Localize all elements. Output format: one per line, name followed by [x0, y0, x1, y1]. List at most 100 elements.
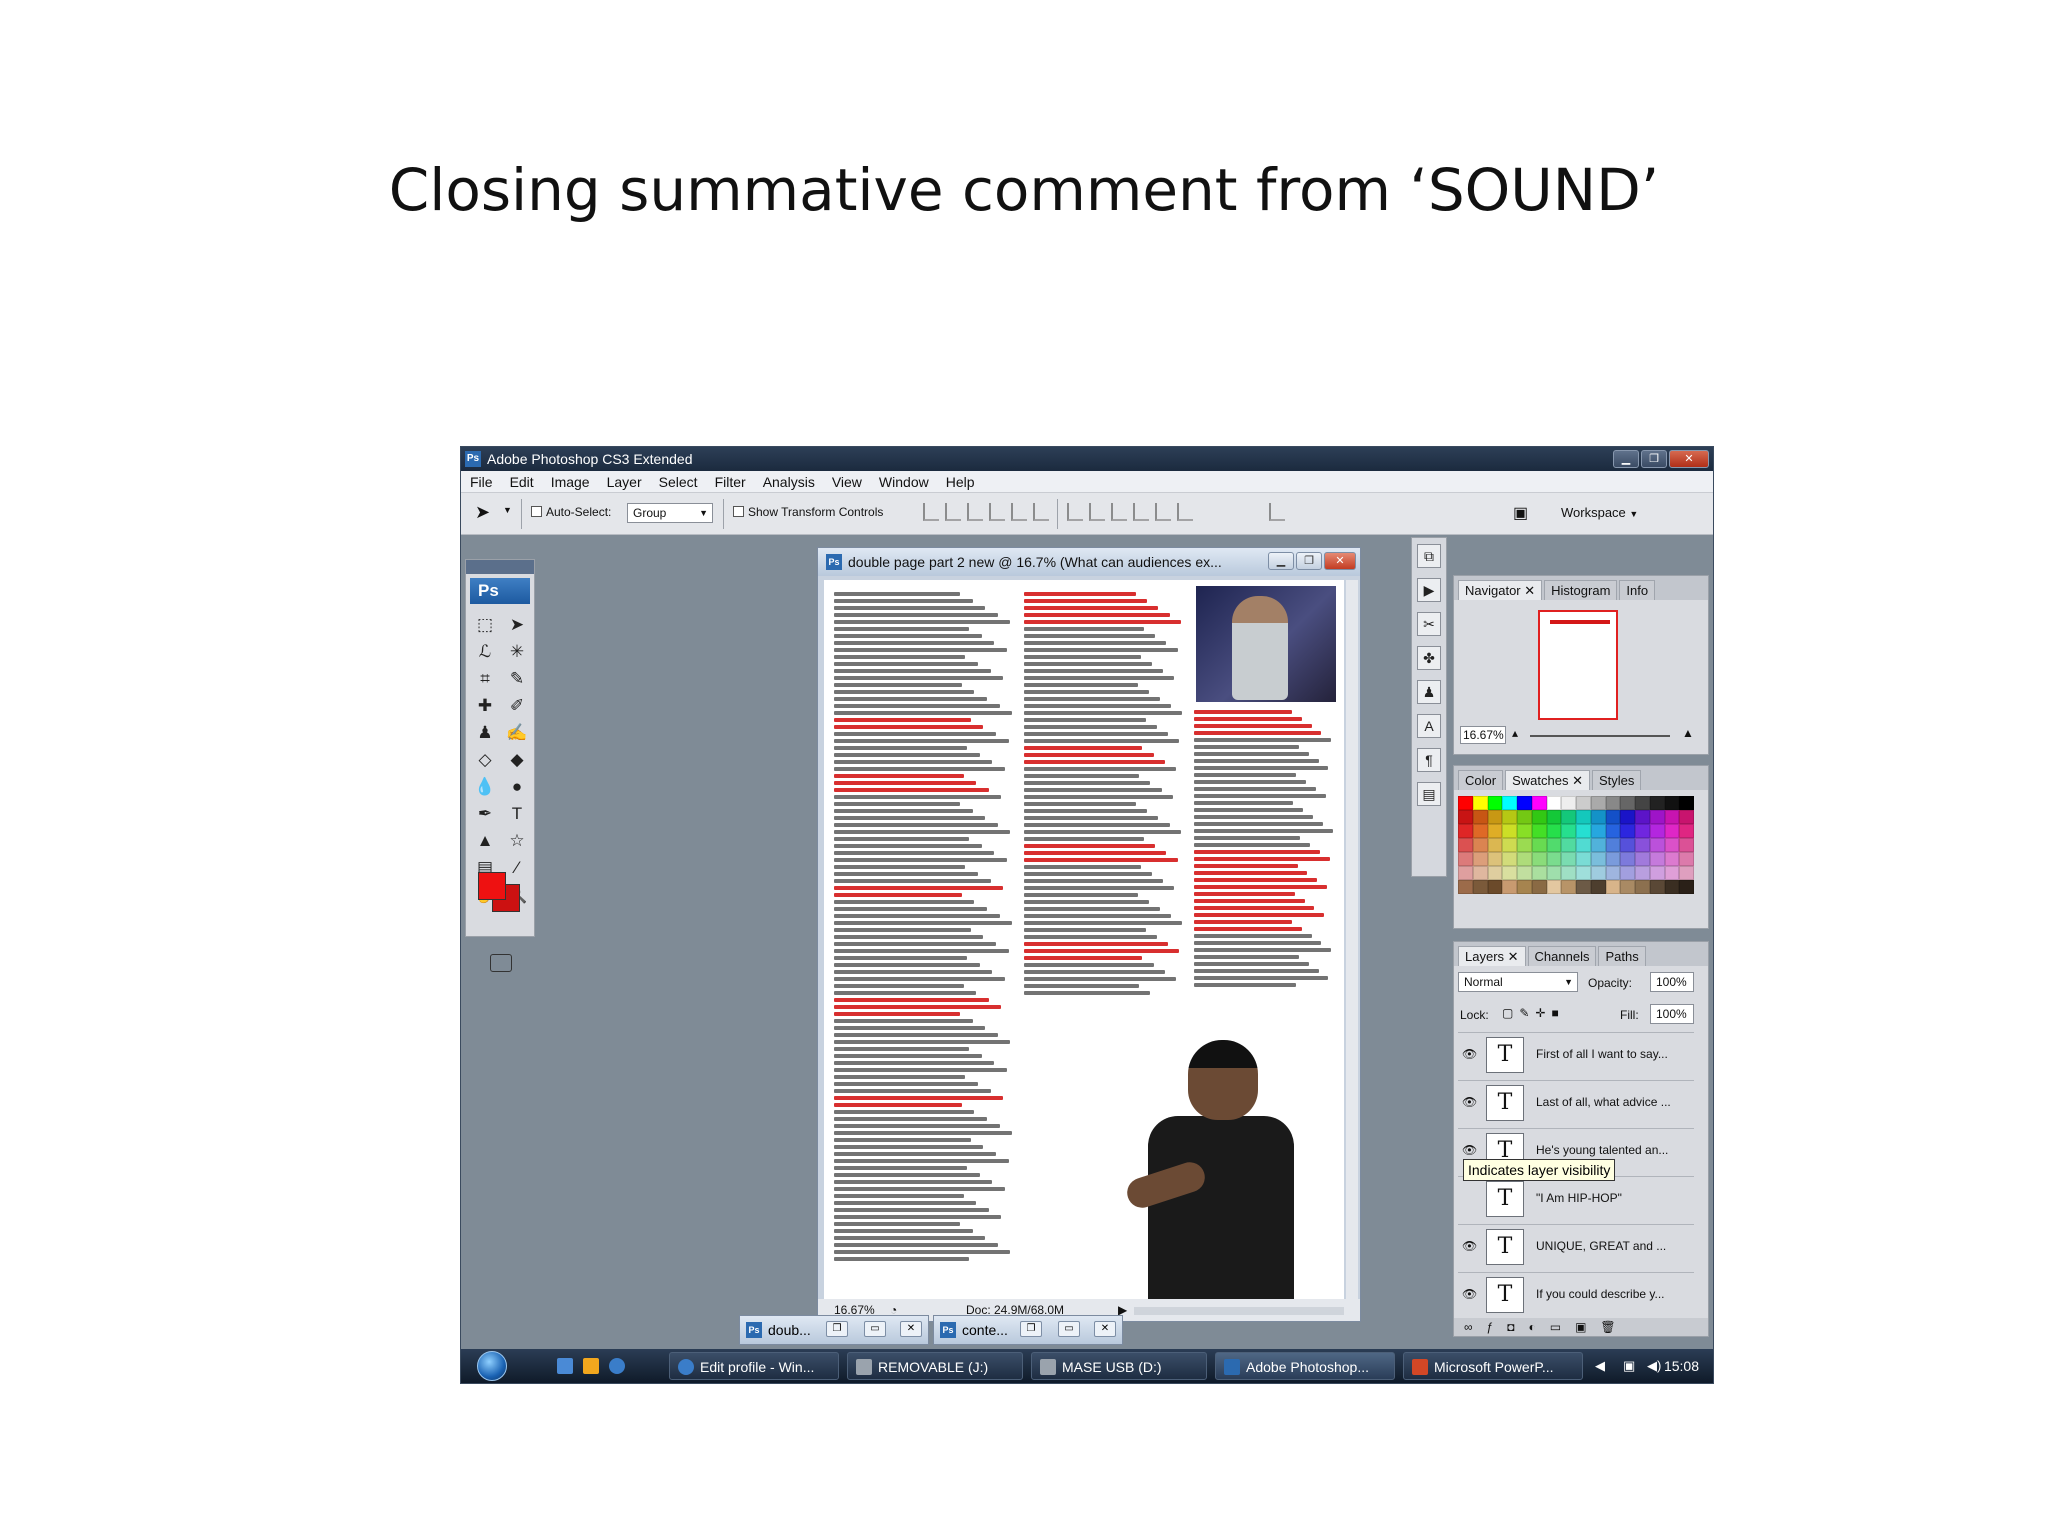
taskbar-item-photoshop[interactable]: Adobe Photoshop...	[1215, 1352, 1395, 1380]
color-swatch[interactable]	[1649, 796, 1665, 810]
restore-button[interactable]: ❐	[826, 1321, 848, 1337]
color-swatch[interactable]	[1561, 866, 1576, 880]
color-swatch[interactable]	[1605, 838, 1621, 852]
tab-histogram[interactable]: Histogram	[1544, 580, 1618, 600]
color-swatch[interactable]	[1620, 796, 1635, 810]
shape-tool-icon[interactable]: ☆	[504, 828, 530, 854]
layer-row[interactable]: 👁 T First of all I want to say...	[1458, 1032, 1694, 1078]
menu-analysis[interactable]: Analysis	[763, 471, 815, 492]
color-swatch[interactable]	[1590, 824, 1606, 838]
minimized-document[interactable]: Ps conte... ❐ ▭ ✕	[933, 1315, 1123, 1345]
menu-window[interactable]: Window	[879, 471, 929, 492]
color-swatch[interactable]	[1679, 838, 1694, 852]
layer-row[interactable]: T "I Am HIP-HOP"	[1458, 1176, 1694, 1222]
lock-icons[interactable]: ▢✎✛■	[1502, 1006, 1565, 1020]
color-swatch[interactable]	[1531, 838, 1547, 852]
color-swatch[interactable]	[1635, 810, 1650, 824]
color-swatch[interactable]	[1546, 796, 1562, 810]
taskbar-item-usb-drive[interactable]: MASE USB (D:)	[1031, 1352, 1207, 1380]
color-swatch[interactable]	[1472, 838, 1488, 852]
tools-panel-header[interactable]	[466, 560, 534, 574]
swatch-grid[interactable]	[1458, 796, 1694, 894]
color-swatch[interactable]	[1679, 796, 1694, 810]
clone-stamp-icon[interactable]: ♟	[472, 720, 498, 746]
color-swatch[interactable]	[1472, 824, 1488, 838]
color-swatch[interactable]	[1576, 880, 1591, 894]
history-panel-icon[interactable]: ⧉	[1417, 544, 1441, 568]
color-swatch[interactable]	[1458, 838, 1473, 852]
taskbar-item-browser[interactable]: Edit profile - Win...	[669, 1352, 839, 1380]
start-button[interactable]	[477, 1351, 507, 1381]
color-swatch[interactable]	[1517, 838, 1532, 852]
auto-select-checkbox[interactable]: Auto-Select:	[531, 505, 611, 519]
layer-row[interactable]: 👁 T UNIQUE, GREAT and ...	[1458, 1224, 1694, 1270]
restore-button[interactable]: ❐	[1020, 1321, 1042, 1337]
color-swatch[interactable]	[1590, 852, 1606, 866]
menu-file[interactable]: File	[470, 471, 493, 492]
close-button[interactable]: ✕	[900, 1321, 922, 1337]
color-swatch[interactable]	[1590, 796, 1606, 810]
color-swatch[interactable]	[1679, 810, 1694, 824]
tab-styles[interactable]: Styles	[1591, 770, 1642, 790]
menu-help[interactable]: Help	[946, 471, 975, 492]
layer-row[interactable]: 👁 T If you could describe y...	[1458, 1272, 1694, 1318]
path-selection-icon[interactable]: ▲	[472, 828, 498, 854]
brushes-panel-icon[interactable]: ✤	[1417, 646, 1441, 670]
minimize-button[interactable]: ▁	[1613, 450, 1639, 468]
color-swatch[interactable]	[1679, 866, 1694, 880]
maximize-button[interactable]: ▭	[1058, 1321, 1080, 1337]
tray-chevron-icon[interactable]: ◀	[1595, 1358, 1605, 1374]
color-swatch[interactable]	[1458, 810, 1473, 824]
color-swatch[interactable]	[1502, 810, 1517, 824]
maximize-button[interactable]: ❐	[1641, 450, 1667, 468]
color-swatch[interactable]	[1531, 824, 1547, 838]
doc-minimize-button[interactable]: ▁	[1268, 552, 1294, 570]
color-swatch[interactable]	[1517, 880, 1532, 894]
document-canvas[interactable]	[824, 580, 1344, 1300]
color-swatch[interactable]	[1576, 852, 1591, 866]
tool-preset-dropdown[interactable]: ▼	[503, 505, 512, 515]
layer-row[interactable]: 👁 T Last of all, what advice ...	[1458, 1080, 1694, 1126]
eye-icon[interactable]: 👁	[1462, 1095, 1478, 1109]
color-swatch[interactable]	[1620, 866, 1635, 880]
paragraph-panel-icon[interactable]: ¶	[1417, 748, 1441, 772]
foreground-color-swatch[interactable]	[478, 872, 506, 900]
color-swatch[interactable]	[1561, 880, 1576, 894]
tab-paths[interactable]: Paths	[1598, 946, 1646, 966]
eye-icon[interactable]: 👁	[1462, 1143, 1478, 1157]
system-clock[interactable]: 15:08	[1664, 1349, 1699, 1383]
color-swatch[interactable]	[1635, 838, 1650, 852]
color-swatch[interactable]	[1472, 880, 1488, 894]
auto-align-button[interactable]	[1269, 503, 1285, 521]
color-swatch[interactable]	[1576, 838, 1591, 852]
color-swatch[interactable]	[1664, 866, 1680, 880]
history-brush-icon[interactable]: ✍	[504, 720, 530, 746]
layers-panel-footer-buttons[interactable]: ∞ƒ◘◐▭▣🗑	[1454, 1318, 1708, 1336]
color-swatch[interactable]	[1546, 810, 1562, 824]
color-swatch[interactable]	[1620, 880, 1635, 894]
minimized-document[interactable]: Ps doub... ❐ ▭ ✕	[739, 1315, 929, 1345]
menu-select[interactable]: Select	[659, 471, 698, 492]
eye-icon[interactable]: 👁	[1462, 1047, 1478, 1061]
navigator-zoom-slider[interactable]	[1530, 735, 1670, 737]
brush-tool-icon[interactable]: ✐	[504, 693, 530, 719]
color-swatch[interactable]	[1605, 866, 1621, 880]
color-swatch[interactable]	[1487, 852, 1503, 866]
color-swatch[interactable]	[1664, 838, 1680, 852]
color-swatch[interactable]	[1472, 866, 1488, 880]
color-swatch[interactable]	[1487, 838, 1503, 852]
color-swatch[interactable]	[1605, 880, 1621, 894]
color-swatch[interactable]	[1531, 866, 1547, 880]
taskbar-item-removable-drive[interactable]: REMOVABLE (J:)	[847, 1352, 1023, 1380]
quick-mask-icon[interactable]	[490, 954, 512, 972]
color-swatch[interactable]	[1635, 852, 1650, 866]
tab-layers[interactable]: Layers ✕	[1458, 946, 1526, 966]
color-swatch[interactable]	[1487, 810, 1503, 824]
color-swatch[interactable]	[1664, 880, 1680, 894]
healing-brush-icon[interactable]: ✚	[472, 693, 498, 719]
color-swatch[interactable]	[1458, 866, 1473, 880]
color-swatch[interactable]	[1472, 796, 1488, 810]
color-swatch[interactable]	[1679, 824, 1694, 838]
color-swatch[interactable]	[1502, 866, 1517, 880]
color-swatch[interactable]	[1679, 880, 1694, 894]
